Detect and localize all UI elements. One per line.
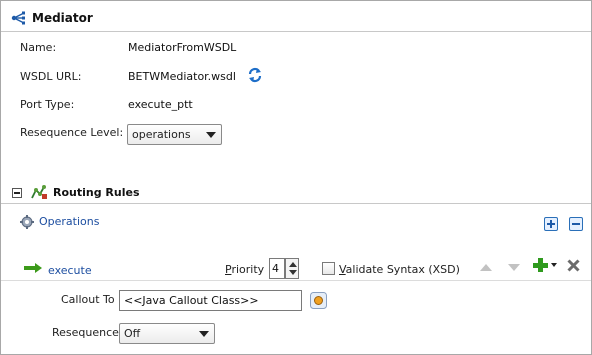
mediator-title: Mediator [32,11,93,25]
move-up-icon[interactable] [480,264,492,271]
add-rule-icon[interactable] [533,257,559,276]
wsdl-url-value[interactable]: BETWMediator.wsdl [128,70,236,83]
port-type-label: Port Type: [20,98,75,111]
resequence-label: Resequence [52,326,119,339]
validate-label-text: alidate Syntax (XSD) [345,263,460,276]
priority-stepper[interactable] [285,258,299,279]
mediator-icon [11,10,27,29]
chevron-down-icon [199,331,209,337]
priority-value: 4 [272,262,279,275]
operations-label: Operations [39,215,100,228]
delete-rule-icon[interactable] [567,259,580,275]
mediator-editor: Mediator Name: MediatorFromWSDL WSDL URL… [0,0,592,355]
collapse-toggle-icon[interactable] [12,188,22,198]
port-type-value: execute_ptt [128,98,193,111]
resequence-select[interactable]: Off [119,323,215,344]
refresh-wsdl-icon[interactable] [247,67,263,86]
resequence-level-value: operations [132,128,191,141]
routing-rules-icon [30,184,48,203]
resequence-value: Off [124,327,141,340]
operation-divider [1,280,591,281]
routing-rules-title: Routing Rules [53,186,140,199]
priority-input[interactable]: 4 [269,258,285,279]
routing-divider [1,203,591,204]
arrow-right-icon [24,263,42,276]
validate-syntax-checkbox[interactable] [322,262,335,275]
wsdl-url-label: WSDL URL: [20,70,82,83]
move-down-icon[interactable] [508,264,520,271]
validate-mnemonic: V [339,263,346,276]
validate-syntax-label: Validate Syntax (XSD) [339,263,460,276]
browse-class-icon[interactable] [310,292,327,312]
stepper-down-icon[interactable] [289,270,297,275]
resequence-level-label: Resequence Level: [20,126,124,139]
callout-to-input[interactable]: <<Java Callout Class>> [119,290,302,311]
name-label: Name: [20,41,57,54]
chevron-down-icon [206,132,216,138]
priority-label: Priority [225,263,264,276]
resequence-level-select[interactable]: operations [127,124,222,145]
name-value: MediatorFromWSDL [128,41,237,54]
callout-to-value: <<Java Callout Class>> [124,294,259,307]
expand-all-icon[interactable] [544,217,558,231]
gear-icon [20,215,34,232]
callout-to-label: Callout To [61,293,115,306]
header-divider [1,31,591,32]
stepper-up-icon[interactable] [289,262,297,267]
priority-label-text: riority [231,263,265,276]
collapse-all-icon[interactable] [569,217,583,231]
operation-name[interactable]: execute [48,264,92,277]
